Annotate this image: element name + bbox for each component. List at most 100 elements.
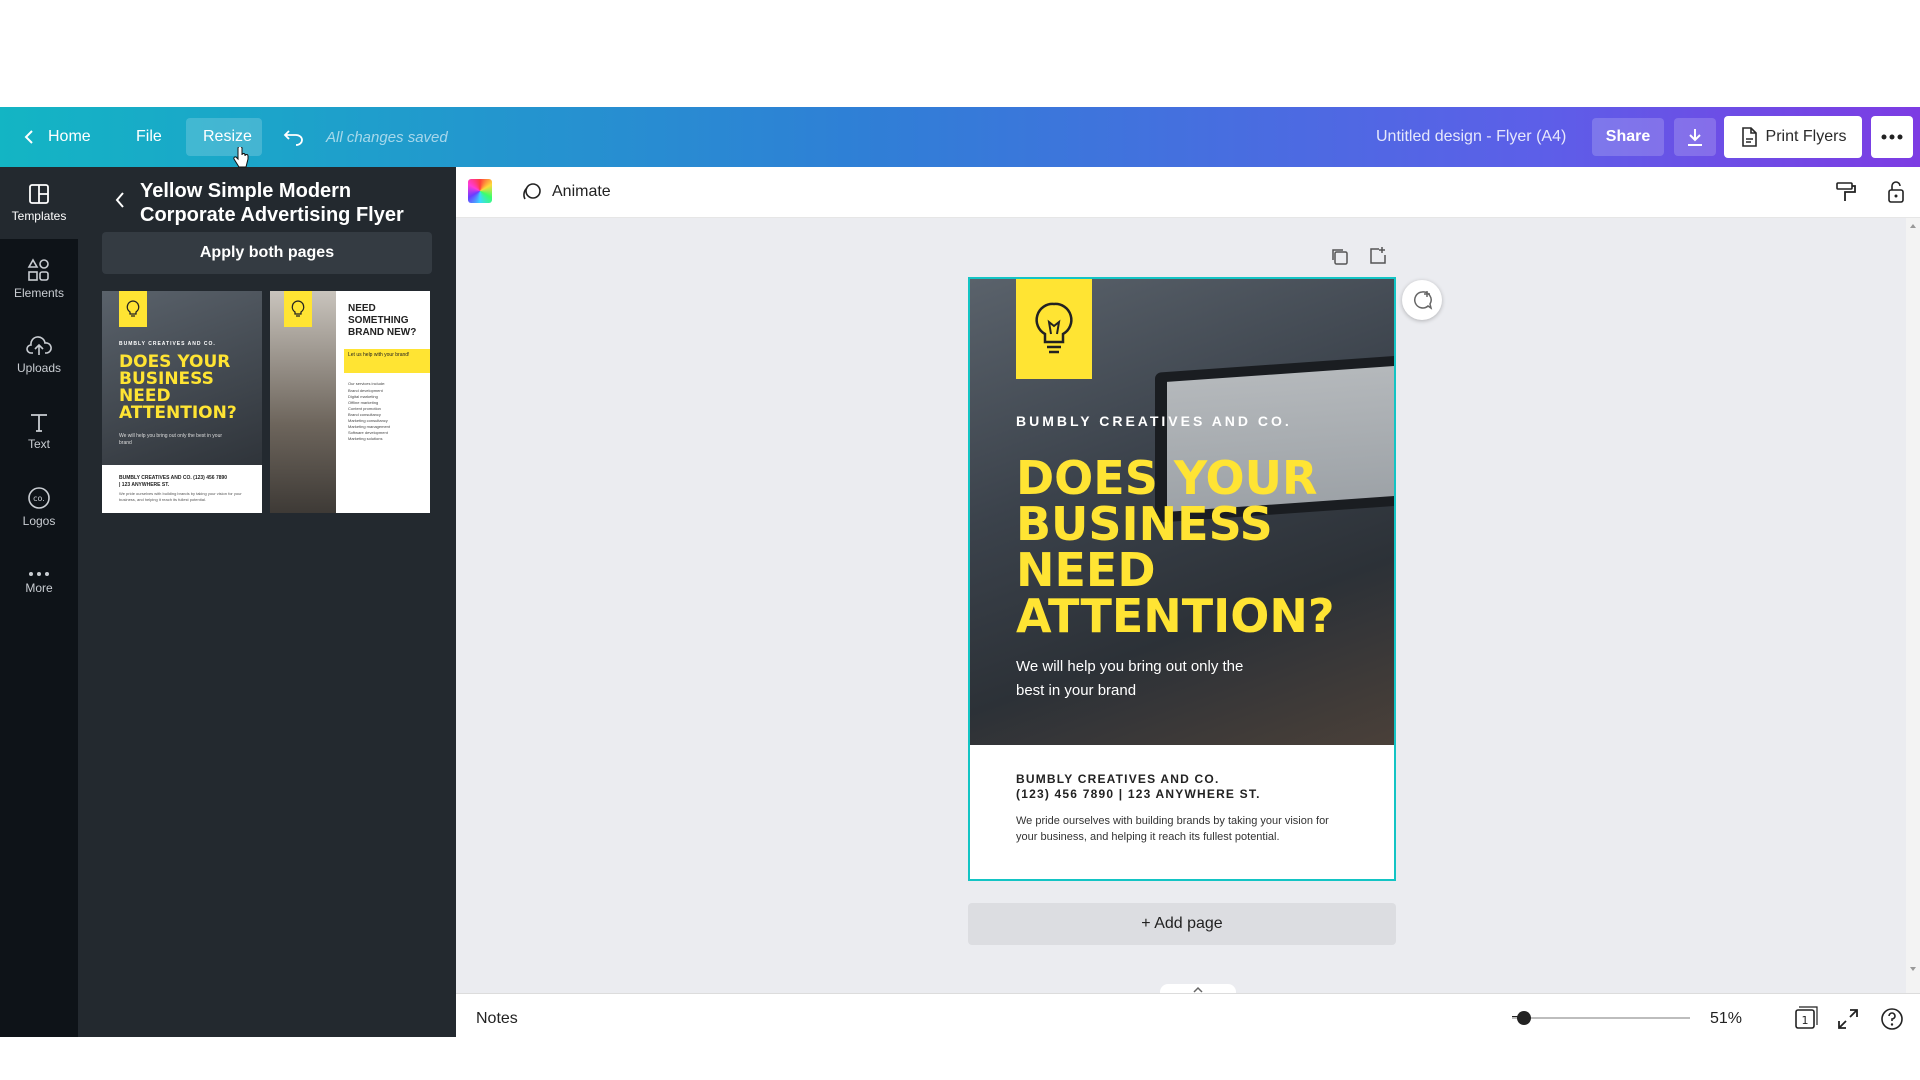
- thumbnail-desc: We pride ourselves with building brands …: [119, 491, 242, 502]
- save-status: All changes saved: [326, 128, 448, 146]
- page-count-button[interactable]: 1: [1792, 1006, 1818, 1032]
- home-button[interactable]: Home: [22, 107, 91, 167]
- notes-label: Notes: [476, 1010, 518, 1027]
- download-button[interactable]: [1674, 118, 1716, 156]
- vertical-scrollbar[interactable]: [1906, 218, 1920, 993]
- zoom-level[interactable]: 51%: [1710, 994, 1742, 1044]
- hand-cursor-icon: [233, 147, 249, 168]
- duplicate-page-button[interactable]: [1330, 247, 1350, 267]
- fullscreen-button[interactable]: [1836, 1007, 1860, 1031]
- template-title: Yellow Simple Modern Corporate Advertisi…: [140, 180, 404, 226]
- thumbnail-subtext: We will help you bring out only the best…: [119, 433, 223, 446]
- text-icon: [31, 414, 47, 432]
- add-page-icon: [1370, 247, 1386, 264]
- chevron-left-icon: [115, 192, 124, 208]
- icon-rail: Templates Elements Uploads Text co. Logo…: [0, 167, 78, 1037]
- flyer-contact-phone-address[interactable]: (123) 456 7890 | 123 ANYWHERE ST.: [1016, 787, 1261, 801]
- more-dots-icon: [1881, 134, 1903, 140]
- apply-both-pages-button[interactable]: Apply both pages: [102, 232, 432, 274]
- rail-label: Uploads: [16, 361, 62, 375]
- description-line: We pride ourselves with building brands …: [1016, 815, 1329, 827]
- lightbulb-icon: [291, 300, 305, 317]
- chevron-left-icon: [24, 130, 33, 144]
- copy-style-button[interactable]: [1834, 180, 1858, 204]
- add-page-label: + Add page: [1141, 915, 1223, 932]
- subtext-line: best in your brand: [1016, 682, 1137, 699]
- rail-label: Elements: [13, 286, 65, 300]
- headline-line: BUSINESS: [1016, 497, 1273, 551]
- flyer-page[interactable]: BUMBLY CREATIVES AND CO. DOES YOUR BUSIN…: [968, 277, 1396, 881]
- rail-item-text[interactable]: Text: [0, 395, 78, 467]
- apply-label: Apply both pages: [199, 244, 335, 261]
- subtext-line: We will help you bring out only the: [1016, 658, 1244, 675]
- thumbnail-bulb-box: [119, 291, 147, 327]
- template-thumbnail-page-1[interactable]: BUMBLY CREATIVES AND CO. DOES YOUR BUSIN…: [102, 291, 262, 513]
- thumbnail-services-intro: Our services include:: [348, 381, 386, 386]
- more-options-button[interactable]: [1871, 116, 1913, 158]
- lock-button[interactable]: [1886, 180, 1906, 204]
- print-flyers-button[interactable]: Print Flyers: [1724, 116, 1862, 158]
- add-comment-button[interactable]: [1402, 280, 1442, 320]
- headline-line: ATTENTION?: [1016, 589, 1335, 643]
- rail-label: More: [25, 581, 53, 595]
- rail-label: Text: [27, 437, 50, 451]
- expand-icon: [1838, 1009, 1858, 1029]
- zoom-slider[interactable]: [1512, 1017, 1690, 1019]
- share-button[interactable]: Share: [1592, 118, 1664, 156]
- undo-icon: [283, 130, 303, 146]
- canvas-toolbar: Animate: [456, 167, 1920, 218]
- elements-icon: [27, 258, 49, 281]
- help-icon: [1881, 1008, 1903, 1030]
- scroll-arrows-icon: [1910, 224, 1916, 971]
- add-page-after-button[interactable]: [1368, 246, 1388, 266]
- templates-panel: Yellow Simple Modern Corporate Advertisi…: [78, 167, 456, 1037]
- thumbnail-bulb-box: [284, 291, 312, 327]
- flyer-description[interactable]: We pride ourselves with building brands …: [1016, 813, 1356, 845]
- rail-item-elements[interactable]: Elements: [0, 243, 78, 315]
- logo-box[interactable]: [1016, 279, 1092, 379]
- lock-icon: [1888, 181, 1904, 203]
- pages-icon: 1: [1795, 1006, 1818, 1029]
- description-line: your business, and helping it reach its …: [1016, 831, 1280, 843]
- thumbnail-headline: NEED SOMETHING BRAND NEW?: [348, 303, 417, 338]
- templates-icon: [29, 184, 49, 204]
- design-title[interactable]: Untitled design - Flyer (A4): [1376, 107, 1566, 167]
- share-label: Share: [1605, 128, 1651, 145]
- flyer-headline[interactable]: DOES YOUR BUSINESS NEED ATTENTION?: [1016, 455, 1376, 639]
- animate-icon: [523, 183, 541, 200]
- thumbnail-banner: Let us help with your brand!: [344, 349, 430, 373]
- home-label: Home: [48, 128, 91, 145]
- flyer-subtext[interactable]: We will help you bring out only the best…: [1016, 655, 1276, 703]
- notes-button[interactable]: Notes: [476, 994, 518, 1044]
- thumbnail-company: BUMBLY CREATIVES AND CO.: [119, 341, 216, 347]
- template-thumbnail-page-2[interactable]: NEED SOMETHING BRAND NEW? Let us help wi…: [270, 291, 430, 513]
- print-document-icon: [1741, 127, 1757, 147]
- animate-button[interactable]: Animate: [522, 167, 611, 217]
- mouse-cursor: [233, 147, 249, 169]
- headline-line: DOES YOUR: [1016, 451, 1318, 505]
- animate-label: Animate: [552, 183, 611, 200]
- svg-text:co.: co.: [33, 494, 45, 503]
- rail-item-more[interactable]: More: [0, 547, 78, 619]
- rail-item-uploads[interactable]: Uploads: [0, 319, 78, 391]
- paint-roller-icon: [1836, 182, 1856, 201]
- color-picker-button[interactable]: [468, 179, 492, 203]
- back-button[interactable]: [114, 191, 126, 209]
- rail-item-logos[interactable]: co. Logos: [0, 471, 78, 543]
- duplicate-icon: [1332, 249, 1348, 265]
- comment-add-icon: [1414, 291, 1433, 310]
- footer-bar: Notes 51% 1: [456, 993, 1920, 1044]
- rail-item-templates[interactable]: Templates: [0, 167, 78, 239]
- flyer-company-name[interactable]: BUMBLY CREATIVES AND CO.: [1016, 413, 1292, 429]
- flyer-contact-company[interactable]: BUMBLY CREATIVES AND CO.: [1016, 772, 1220, 786]
- file-label: File: [136, 128, 162, 145]
- page-count: 1: [1802, 1014, 1809, 1027]
- file-menu-button[interactable]: File: [136, 107, 162, 167]
- undo-button[interactable]: [283, 107, 305, 167]
- help-button[interactable]: [1880, 1007, 1904, 1031]
- resize-label: Resize: [203, 128, 252, 145]
- thumbnail-headline: DOES YOUR BUSINESS NEED ATTENTION?: [119, 352, 237, 423]
- add-page-button[interactable]: + Add page: [968, 903, 1396, 945]
- zoom-label: 51%: [1710, 1010, 1743, 1027]
- lightbulb-icon: [1035, 302, 1073, 354]
